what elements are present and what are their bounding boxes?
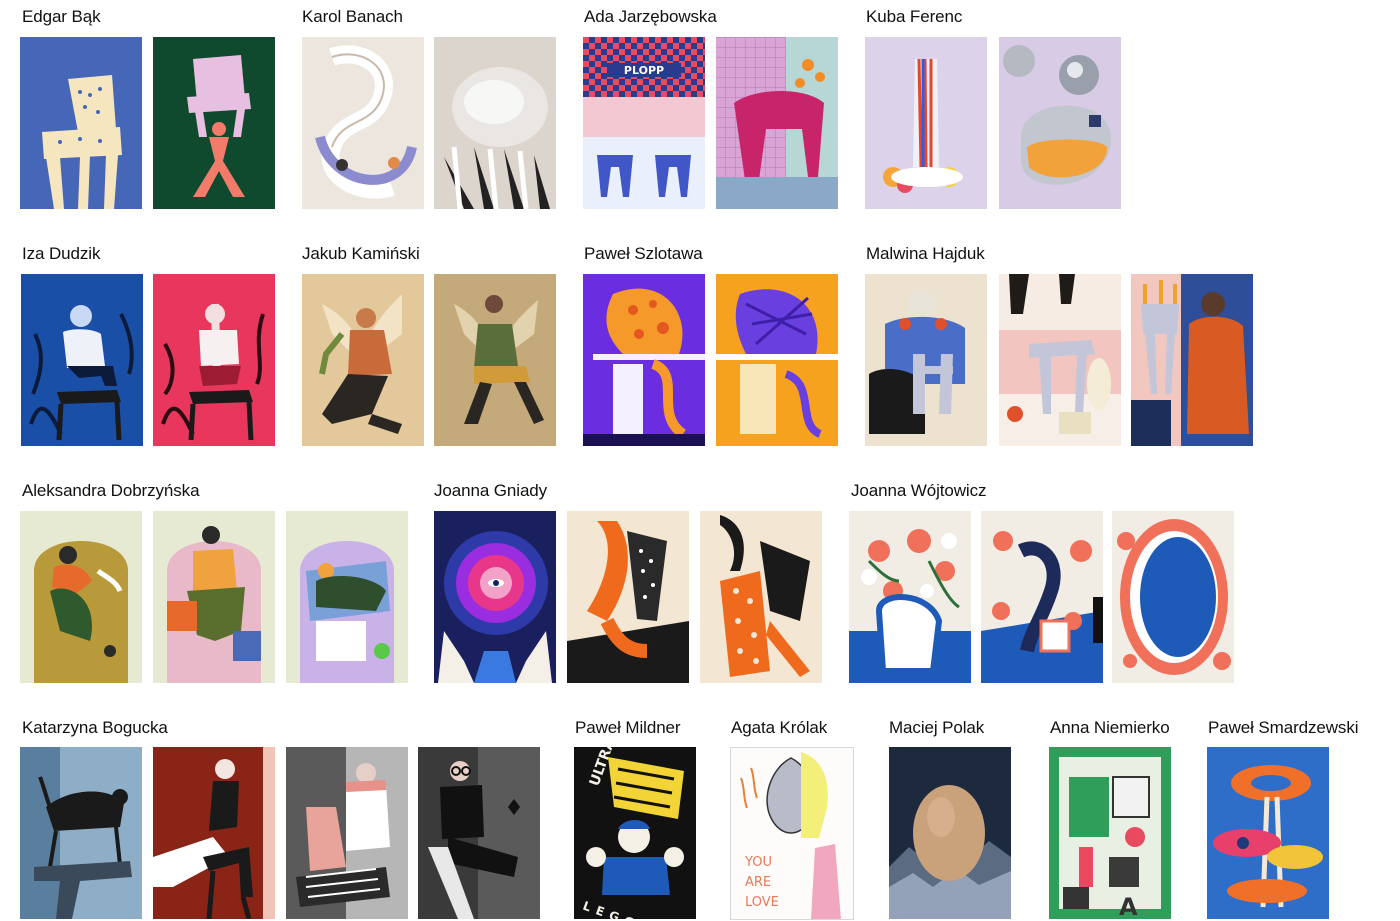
artist-name: Iza Dudzik — [22, 244, 101, 263]
poster-joanna-wojtowicz-2[interactable] — [981, 511, 1103, 683]
poster-maciej-polak[interactable] — [889, 747, 1011, 919]
artist-name: Katarzyna Bogucka — [22, 718, 168, 737]
poster-joanna-wojtowicz-1[interactable] — [849, 511, 971, 683]
poster-karol-banach-1[interactable] — [302, 37, 424, 209]
poster-katarzyna-bogucka-4[interactable] — [418, 747, 540, 919]
poster-joanna-wojtowicz-3[interactable] — [1112, 511, 1234, 683]
poster-ada-jarzebowska-1[interactable]: PLOPP — [583, 37, 705, 209]
artist-name: Joanna Wójtowicz — [851, 481, 987, 500]
poster-pawel-szlotawa-2[interactable] — [716, 274, 838, 446]
poster-joanna-gniady-3[interactable] — [700, 511, 822, 683]
artist-name: Karol Banach — [302, 7, 403, 26]
artist-name: Agata Królak — [731, 718, 828, 737]
poster-pawel-szlotawa-1[interactable] — [583, 274, 705, 446]
poster-jakub-kaminski-1[interactable] — [302, 274, 424, 446]
poster-malwina-hajduk-3[interactable] — [1131, 274, 1253, 446]
poster-jakub-kaminski-2[interactable] — [434, 274, 556, 446]
poster-edgar-bak-1[interactable] — [20, 37, 142, 209]
artist-name: Paweł Smardzewski — [1208, 718, 1359, 737]
poster-anna-niemierko[interactable]: A — [1049, 747, 1171, 919]
you-text: YOU — [744, 855, 772, 870]
poster-malwina-hajduk-1[interactable] — [865, 274, 987, 446]
are-text: ARE — [745, 875, 771, 890]
poster-kuba-ferenc-1[interactable] — [865, 37, 987, 209]
poster-pawel-smardzewski[interactable] — [1207, 747, 1329, 919]
poster-aleksandra-dobrzynska-1[interactable] — [20, 511, 142, 683]
artist-name: Maciej Polak — [889, 718, 985, 737]
svg-text:A: A — [1119, 893, 1138, 919]
poster-katarzyna-bogucka-1[interactable] — [20, 747, 142, 919]
poster-joanna-gniady-2[interactable] — [567, 511, 689, 683]
artist-name: Paweł Mildner — [575, 718, 681, 737]
poster-malwina-hajduk-2[interactable] — [999, 274, 1121, 446]
artist-name: Paweł Szlotawa — [584, 244, 703, 263]
artist-name: Aleksandra Dobrzyńska — [22, 481, 200, 500]
poster-katarzyna-bogucka-2[interactable] — [153, 747, 275, 919]
artist-name: Malwina Hajduk — [866, 244, 985, 263]
plopp-sign: PLOPP — [624, 64, 664, 77]
artist-name: Joanna Gniady — [434, 481, 548, 500]
poster-agata-krolak[interactable]: YOU ARE LOVE — [730, 747, 854, 920]
poster-ada-jarzebowska-2[interactable] — [716, 37, 838, 209]
artist-name: Ada Jarzębowska — [584, 7, 717, 26]
love-text: LOVE — [745, 895, 779, 910]
poster-iza-dudzik-1[interactable] — [21, 274, 143, 446]
poster-aleksandra-dobrzynska-2[interactable] — [153, 511, 275, 683]
poster-iza-dudzik-2[interactable] — [153, 274, 275, 446]
poster-joanna-gniady-1[interactable] — [434, 511, 556, 683]
artist-name: Kuba Ferenc — [866, 7, 963, 26]
poster-katarzyna-bogucka-3[interactable] — [286, 747, 408, 919]
poster-pawel-mildner[interactable]: ULTRA LEGGERA — [574, 747, 696, 919]
artist-name: Jakub Kamiński — [302, 244, 420, 263]
poster-kuba-ferenc-2[interactable] — [999, 37, 1121, 209]
artist-name: Edgar Bąk — [22, 7, 101, 26]
poster-aleksandra-dobrzynska-3[interactable] — [286, 511, 408, 683]
poster-edgar-bak-2[interactable] — [153, 37, 275, 209]
poster-karol-banach-2[interactable] — [434, 37, 556, 209]
artist-name: Anna Niemierko — [1050, 718, 1170, 737]
